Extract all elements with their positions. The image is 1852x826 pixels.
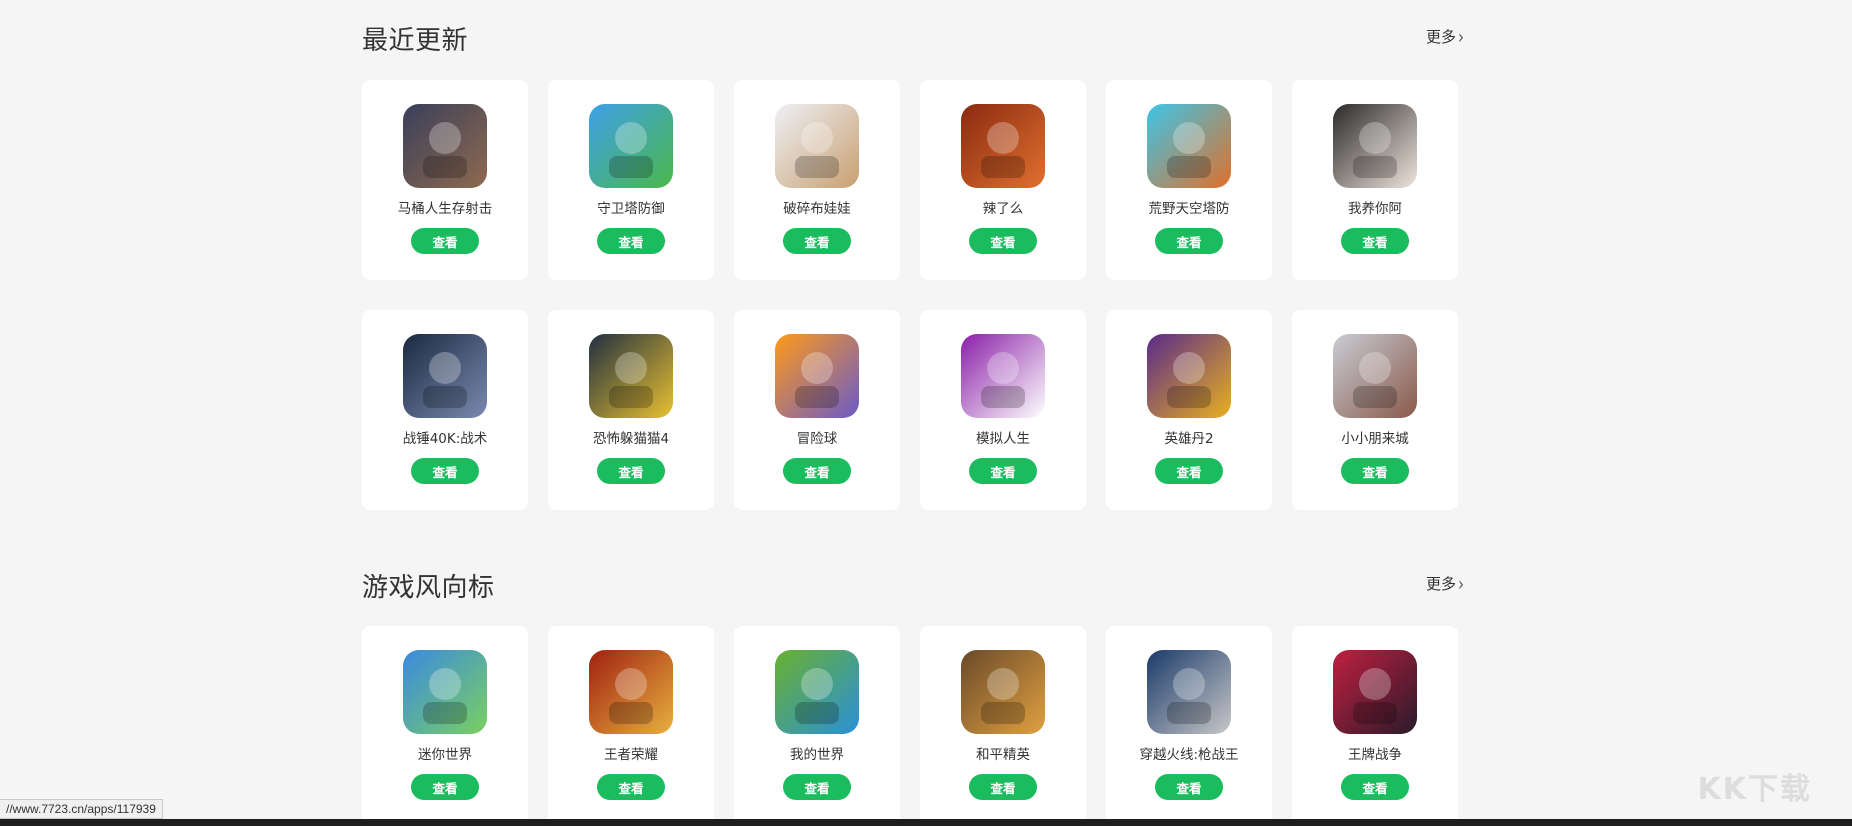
app-name[interactable]: 王者荣耀 [604,746,658,764]
app-card[interactable]: 和平精英 查看 [920,626,1086,826]
view-button[interactable]: 查看 [783,774,851,800]
mask-girl-icon[interactable] [1333,334,1417,418]
section-latest-updates: 最近更新 更多 › [362,18,1464,58]
app-grid-trends: 迷你世界 查看 王者荣耀 查看 我的世界 查看 和平精英 查看 穿越火线:枪战王 查看 王牌战争 查看 [362,626,1458,826]
view-button[interactable]: 查看 [1341,228,1409,254]
horror-hide-icon[interactable] [589,334,673,418]
section-title: 游戏风向标 [362,572,495,603]
view-button[interactable]: 查看 [969,774,1037,800]
section-game-trends: 游戏风向标 更多 › [362,565,1464,605]
app-name[interactable]: 守卫塔防御 [597,200,665,218]
mini-world-icon[interactable] [403,650,487,734]
view-button[interactable]: 查看 [411,458,479,484]
warhammer-icon[interactable] [403,334,487,418]
bitlife-icon[interactable] [961,334,1045,418]
more-link[interactable]: 更多 › [1425,571,1464,596]
app-name[interactable]: 王牌战争 [1348,746,1402,764]
status-bar-url: //www.7723.cn/apps/117939 [0,799,163,819]
view-button[interactable]: 查看 [411,228,479,254]
hotpot-icon[interactable] [961,104,1045,188]
app-card[interactable]: 模拟人生 查看 [920,310,1086,510]
app-name[interactable]: 我养你阿 [1348,200,1402,218]
app-grid-row-2: 战锤40K:战术 查看 恐怖躲猫猫4 查看 冒险球 查看 模拟人生 查看 英雄丹2 查看 小小朋来城… [362,310,1458,510]
app-name[interactable]: 马桶人生存射击 [398,200,493,218]
section-header: 游戏风向标 更多 › [362,565,1464,605]
section-title: 最近更新 [362,25,469,56]
app-card[interactable]: 战锤40K:战术查看 [362,310,528,510]
app-name[interactable]: 英雄丹2 [1164,430,1213,448]
chevron-right-icon: › [1458,571,1464,596]
app-card[interactable]: 王者荣耀 查看 [548,626,714,826]
cartoon-man-icon[interactable] [1333,104,1417,188]
app-card[interactable]: 英雄丹2 查看 [1106,310,1272,510]
ace-war-icon[interactable] [1333,650,1417,734]
dan-the-man-icon[interactable] [1147,334,1231,418]
taskbar-strip [0,819,1852,826]
app-name[interactable]: 穿越火线:枪战王 [1139,746,1238,764]
app-card[interactable]: 辣了么 查看 [920,80,1086,280]
toilet-shooter-icon[interactable] [403,104,487,188]
app-card[interactable]: 恐怖躲猫猫4 查看 [548,310,714,510]
app-name[interactable]: 辣了么 [983,200,1024,218]
adventure-ball-icon[interactable] [775,334,859,418]
castle-icon[interactable] [589,104,673,188]
view-button[interactable]: 查看 [1341,774,1409,800]
view-button[interactable]: 查看 [969,458,1037,484]
view-button[interactable]: 查看 [1155,774,1223,800]
crossfire-icon[interactable] [1147,650,1231,734]
minecraft-icon[interactable] [775,650,859,734]
app-card[interactable]: 守卫塔防御 查看 [548,80,714,280]
app-card[interactable]: 冒险球 查看 [734,310,900,510]
view-button[interactable]: 查看 [1155,228,1223,254]
honor-of-kings-icon[interactable] [589,650,673,734]
watermark-logo: KK下载 [1697,772,1812,807]
view-button[interactable]: 查看 [783,458,851,484]
app-name[interactable]: 战锤40K:战术 [403,430,488,448]
app-name[interactable]: 破碎布娃娃 [783,200,851,218]
app-card[interactable]: 穿越火线:枪战王查看 [1106,626,1272,826]
chevron-right-icon: › [1458,24,1464,49]
view-button[interactable]: 查看 [597,458,665,484]
view-button[interactable]: 查看 [411,774,479,800]
app-name[interactable]: 和平精英 [976,746,1030,764]
app-card[interactable]: 迷你世界 查看 [362,626,528,826]
app-card[interactable]: 破碎布娃娃 查看 [734,80,900,280]
peacekeeper-elite-icon[interactable] [961,650,1045,734]
view-button[interactable]: 查看 [783,228,851,254]
ragdoll-icon[interactable] [775,104,859,188]
app-grid-row-1: 马桶人生存射击 查看 守卫塔防御 查看 破碎布娃娃 查看 辣了么 查看 荒野天空塔防 查看 我养你阿… [362,80,1458,280]
sky-tower-icon[interactable] [1147,104,1231,188]
section-header: 最近更新 更多 › [362,18,1464,58]
app-name[interactable]: 迷你世界 [418,746,472,764]
app-name[interactable]: 小小朋来城 [1341,430,1409,448]
view-button[interactable]: 查看 [597,774,665,800]
app-card[interactable]: 小小朋来城 查看 [1292,310,1458,510]
view-button[interactable]: 查看 [969,228,1037,254]
more-link[interactable]: 更多 › [1425,24,1464,49]
app-name[interactable]: 我的世界 [790,746,844,764]
app-name[interactable]: 荒野天空塔防 [1149,200,1230,218]
view-button[interactable]: 查看 [1155,458,1223,484]
app-name[interactable]: 恐怖躲猫猫4 [593,430,669,448]
more-label: 更多 [1425,575,1456,593]
app-card[interactable]: 我养你阿 查看 [1292,80,1458,280]
view-button[interactable]: 查看 [1341,458,1409,484]
app-card[interactable]: 我的世界 查看 [734,626,900,826]
app-name[interactable]: 冒险球 [797,430,838,448]
more-label: 更多 [1425,28,1456,46]
app-name[interactable]: 模拟人生 [976,430,1030,448]
app-card[interactable]: 马桶人生存射击 查看 [362,80,528,280]
view-button[interactable]: 查看 [597,228,665,254]
app-card[interactable]: 荒野天空塔防 查看 [1106,80,1272,280]
app-card[interactable]: 王牌战争 查看 [1292,626,1458,826]
